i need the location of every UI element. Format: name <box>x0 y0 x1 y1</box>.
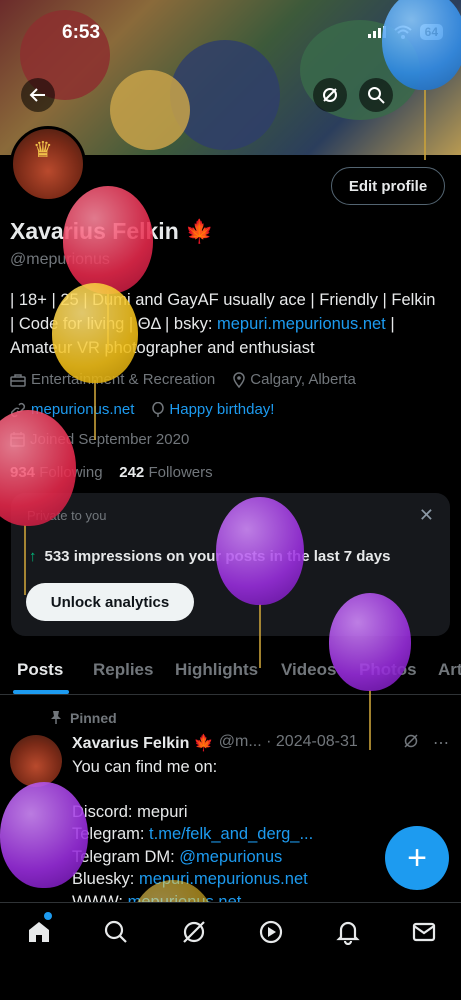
post-meta: @m... · 2024-08-31 <box>218 733 358 750</box>
balloon-red <box>63 186 153 294</box>
edit-profile-button[interactable]: Edit profile <box>331 167 445 205</box>
post-line: You can find me on: <box>72 758 218 776</box>
post-spacer <box>72 779 372 801</box>
search-icon <box>368 87 385 104</box>
post-author[interactable]: Xavarius Felkin 🍁 <box>72 733 214 753</box>
grok-icon <box>323 88 337 102</box>
balloon-purple <box>329 593 411 691</box>
grok-nav-icon <box>183 921 205 943</box>
banner-art <box>110 70 190 150</box>
balloon-icon <box>152 401 165 417</box>
briefcase-icon <box>10 373 26 387</box>
tab-videos[interactable]: Videos <box>281 660 336 680</box>
post-actions: ⋯ <box>403 733 449 753</box>
back-button[interactable] <box>21 78 55 112</box>
birthday-item[interactable]: Happy birthday! <box>152 401 274 418</box>
pinned-indicator: Pinned <box>50 710 117 726</box>
pinned-label: Pinned <box>70 710 117 726</box>
nav-notifications[interactable] <box>333 917 363 947</box>
post-label: Telegram DM: <box>72 847 180 866</box>
more-icon[interactable]: ⋯ <box>433 733 449 753</box>
home-icon <box>29 922 49 942</box>
followers-link[interactable]: 242 Followers <box>119 464 212 481</box>
nav-messages[interactable] <box>409 917 439 947</box>
arrow-up-icon: ↑ <box>29 548 37 565</box>
pin-icon <box>51 711 61 724</box>
nav-explore[interactable] <box>101 917 131 947</box>
compose-button[interactable]: + <box>385 826 449 890</box>
profile-avatar[interactable]: ♛ <box>10 126 86 202</box>
balloon-string <box>369 690 371 750</box>
tab-art[interactable]: Art <box>438 660 461 680</box>
telegram-link[interactable]: t.me/felk_and_derg_... <box>149 825 313 843</box>
tab-highlights[interactable]: Highlights <box>175 660 258 680</box>
messages-icon <box>412 922 436 942</box>
birthday-link[interactable]: Happy birthday! <box>169 401 274 418</box>
crown-icon: ♛ <box>33 137 53 162</box>
grok-button[interactable] <box>313 78 347 112</box>
balloon-string <box>424 90 426 160</box>
balloon-yellow <box>52 283 138 383</box>
nav-home[interactable] <box>24 917 54 947</box>
explore-icon <box>104 920 127 943</box>
post-line: Telegram DM: @mepurionus <box>72 846 372 869</box>
bottom-nav <box>0 902 461 1000</box>
impressions-row: ↑ 533 impressions on your posts in the l… <box>29 548 390 565</box>
search-button[interactable] <box>359 78 393 112</box>
balloon-purple <box>0 782 88 888</box>
unlock-analytics-button[interactable]: Unlock analytics <box>26 583 194 621</box>
profile-meta-row: Entertainment & Recreation Calgary, Albe… <box>10 371 356 388</box>
video-icon <box>259 920 283 944</box>
back-icon <box>29 88 45 102</box>
post-header: Xavarius Felkin 🍁 @m... · 2024-08-31 <box>72 733 358 753</box>
bio-text: | <box>385 315 395 333</box>
category-label: Entertainment & Recreation <box>31 371 216 388</box>
balloon-purple <box>216 497 304 605</box>
location-icon <box>233 371 246 388</box>
balloon-string <box>259 604 261 668</box>
post-line: Bluesky: mepuri.mepurionus.net <box>72 868 372 891</box>
compose-icon: + <box>407 838 427 877</box>
notifications-icon <box>336 921 360 945</box>
followers-count: 242 <box>119 464 145 481</box>
bio-link[interactable]: mepuri.mepurionus.net <box>217 315 386 333</box>
location-label: Calgary, Alberta <box>250 371 356 388</box>
followers-label: Followers <box>148 464 213 481</box>
tab-replies[interactable]: Replies <box>93 660 153 680</box>
tab-posts[interactable]: Posts <box>17 660 63 680</box>
location-item: Calgary, Alberta <box>233 371 356 388</box>
post-line: Telegram: t.me/felk_and_derg_... <box>72 823 372 846</box>
grok-icon[interactable] <box>403 733 419 749</box>
telegram-dm-link[interactable]: @mepurionus <box>179 848 282 866</box>
status-time: 6:53 <box>62 22 101 43</box>
close-icon[interactable]: ✕ <box>419 505 434 526</box>
post-avatar[interactable] <box>10 735 62 787</box>
post-label: Bluesky: <box>72 870 139 888</box>
balloon-string <box>24 525 26 595</box>
balloon-blue <box>382 0 461 90</box>
balloon-string <box>94 380 96 440</box>
home-notification-dot <box>44 912 52 920</box>
active-tab-indicator <box>13 690 69 694</box>
post-line: Discord: mepuri <box>72 802 188 821</box>
nav-video[interactable] <box>256 917 286 947</box>
nav-grok[interactable] <box>179 917 209 947</box>
post-text: You can find me on: Discord: mepuri Telegr… <box>72 756 372 913</box>
